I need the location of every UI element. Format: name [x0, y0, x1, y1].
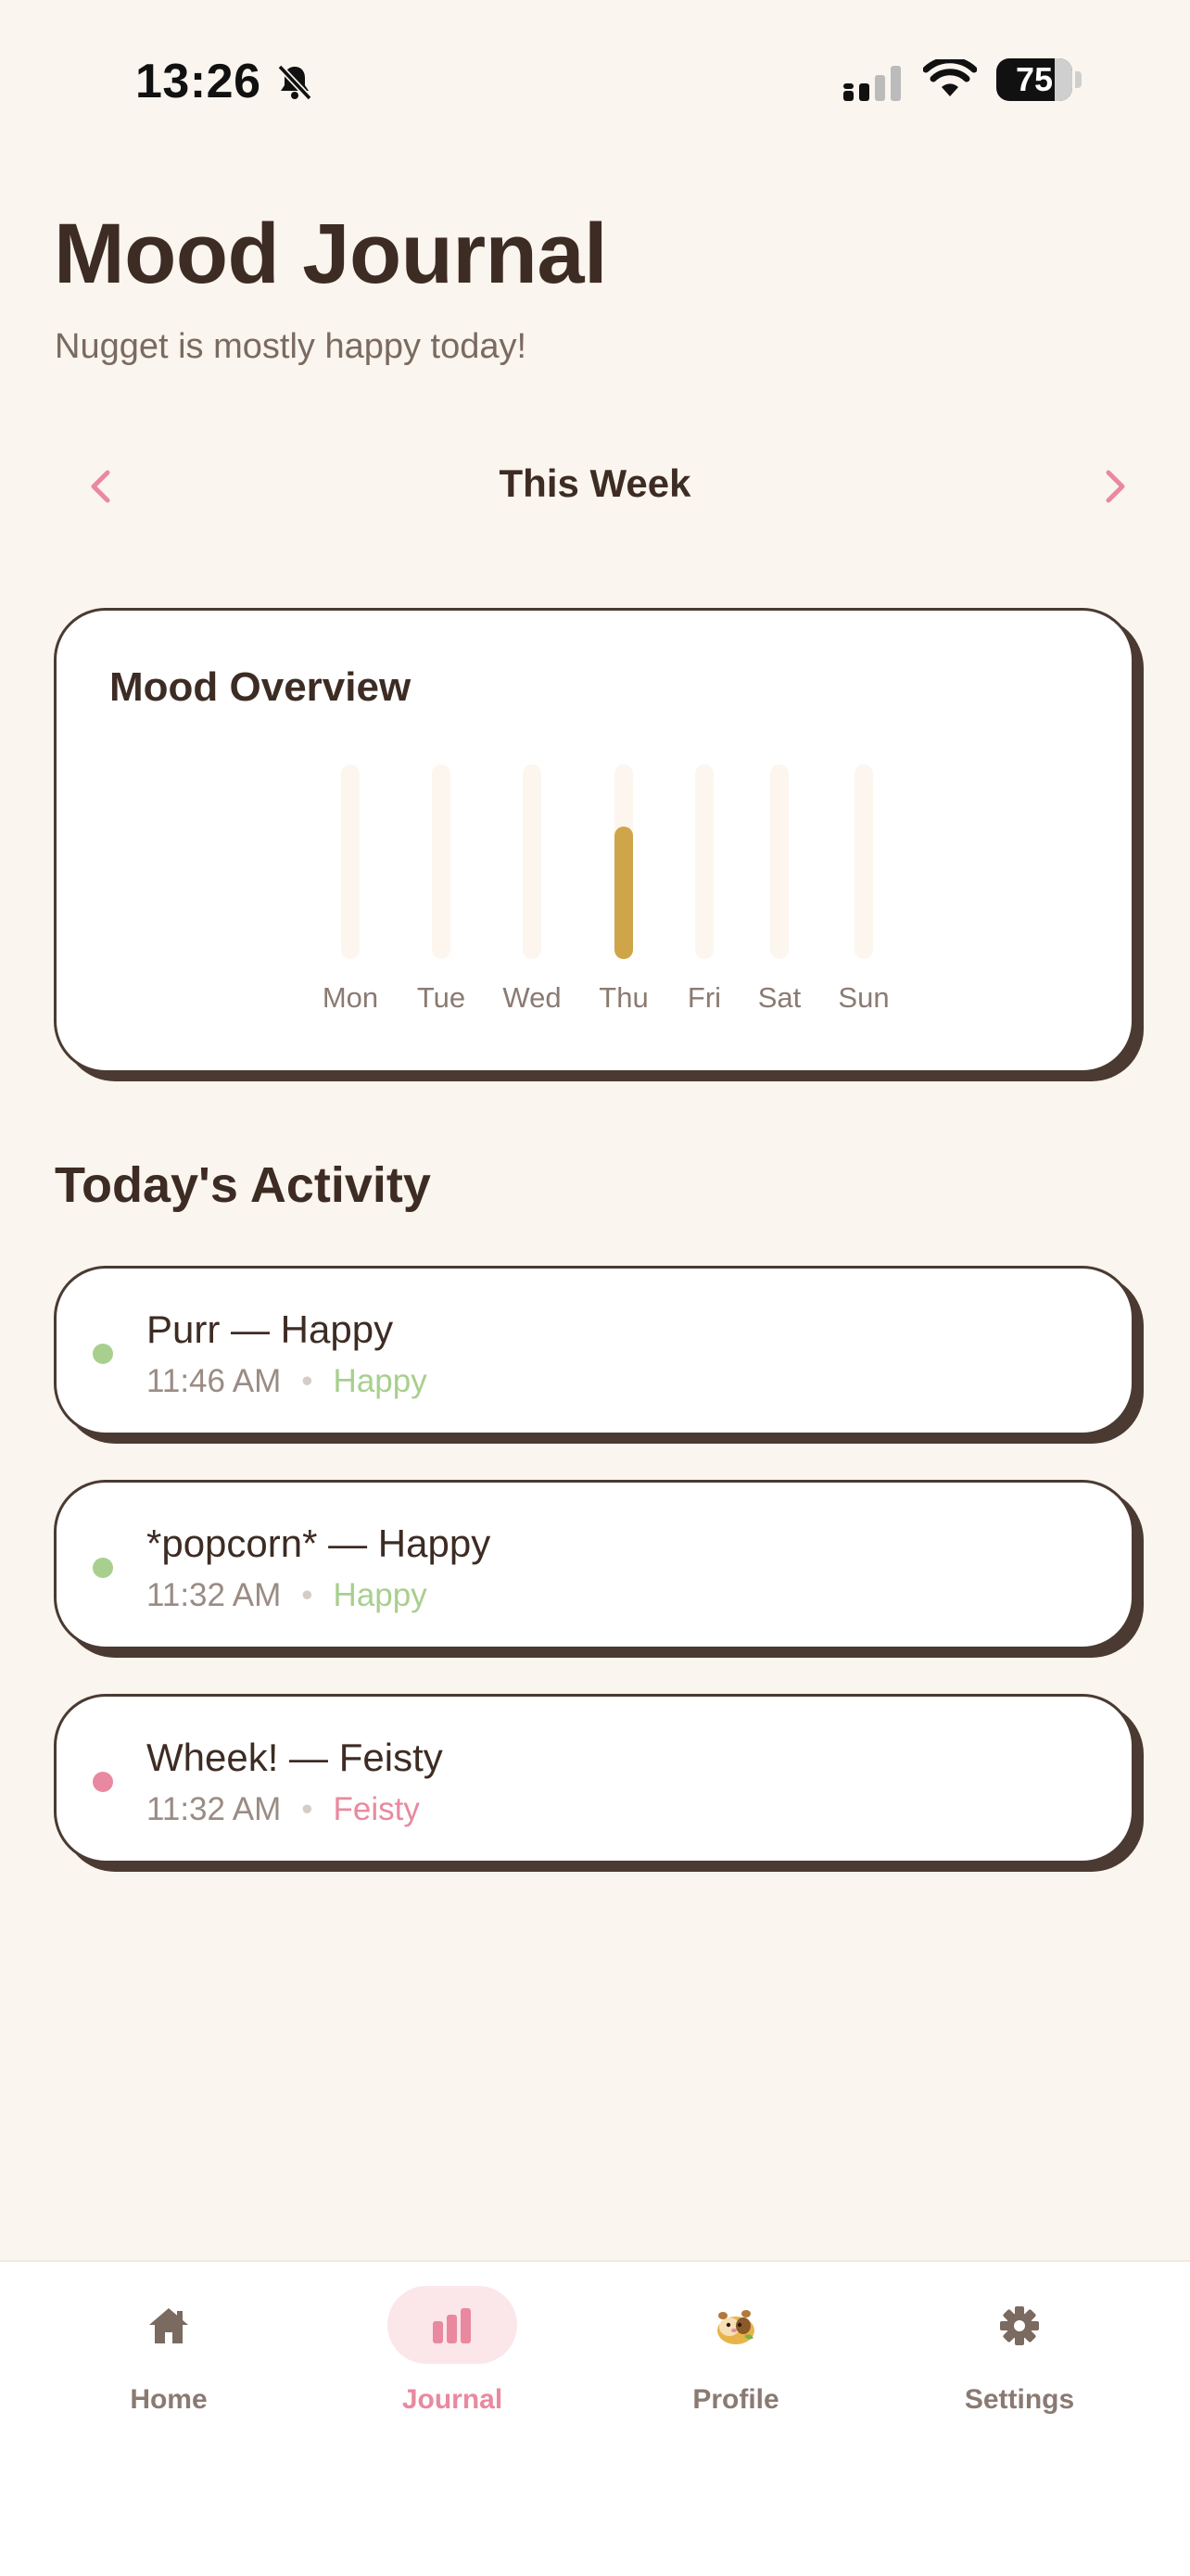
activity-title: *popcorn* — Happy — [146, 1522, 491, 1565]
activity-mood: Happy — [333, 1363, 427, 1399]
day-label-wed: Wed — [502, 981, 562, 1014]
page-subtitle: Nugget is mostly happy today! — [55, 327, 527, 366]
tab-journal[interactable]: Journal — [360, 2286, 545, 2434]
activity-title: Wheek! — Feisty — [146, 1736, 443, 1779]
separator-dot: • — [301, 1791, 313, 1827]
activity-meta: 11:46 AM • Happy — [146, 1363, 427, 1400]
mood-dot — [93, 1558, 113, 1578]
status-time: 13:26 — [135, 55, 261, 108]
activity-time: 11:32 AM — [146, 1577, 282, 1613]
tab-settings[interactable]: Settings — [927, 2286, 1112, 2434]
tab-label: Settings — [964, 2384, 1075, 2415]
mood-bar-track-fri — [695, 764, 714, 959]
battery-level: 75 — [1015, 60, 1054, 98]
activity-card[interactable]: *popcorn* — Happy 11:32 AM • Happy — [54, 1480, 1134, 1649]
wifi-icon — [923, 59, 977, 96]
mood-bar-track-sat — [770, 764, 789, 959]
status-bar: 13:26 75 — [0, 0, 1190, 162]
battery-indicator: 75 — [996, 58, 1072, 101]
mood-bar-track-mon — [341, 764, 360, 959]
activity-meta: 11:32 AM • Feisty — [146, 1791, 420, 1828]
tab-label: Profile — [692, 2384, 779, 2415]
separator-dot: • — [301, 1577, 313, 1613]
activity-time: 11:32 AM — [146, 1791, 282, 1827]
home-icon — [149, 2308, 188, 2343]
day-label-fri: Fri — [687, 981, 722, 1014]
tab-label: Journal — [401, 2384, 503, 2415]
activity-card[interactable]: Wheek! — Feisty 11:32 AM • Feisty — [54, 1694, 1134, 1863]
mood-overview-card: Mood Overview Mon Tue Wed Thu Fri Sat Sun — [54, 608, 1134, 1073]
mood-bar-thu — [614, 827, 633, 959]
mood-dot — [93, 1344, 113, 1364]
activity-mood: Happy — [333, 1577, 427, 1613]
mood-bar-track-tue — [432, 764, 450, 959]
activity-time: 11:46 AM — [146, 1363, 282, 1399]
activity-section-title: Today's Activity — [55, 1157, 431, 1213]
bell-muted-icon — [277, 64, 312, 101]
cellular-signal-icon — [843, 66, 901, 101]
tab-profile[interactable]: Profile — [643, 2286, 829, 2434]
week-navigator: This Week — [54, 454, 1136, 519]
mood-chart: Mon Tue Wed Thu Fri Sat Sun — [57, 611, 1132, 1070]
separator-dot: • — [301, 1363, 313, 1399]
chevron-right-icon[interactable] — [1092, 463, 1138, 510]
mood-dot — [93, 1772, 113, 1792]
activity-card[interactable]: Purr — Happy 11:46 AM • Happy — [54, 1266, 1134, 1435]
mood-bar-track-thu — [614, 764, 633, 959]
mood-bar-track-wed — [523, 764, 541, 959]
day-label-thu: Thu — [599, 981, 649, 1014]
day-label-mon: Mon — [322, 981, 379, 1014]
mood-bar-track-sun — [855, 764, 873, 959]
day-label-tue: Tue — [416, 981, 466, 1014]
week-label: This Week — [499, 461, 691, 505]
day-label-sat: Sat — [757, 981, 802, 1014]
battery-nub — [1075, 71, 1082, 88]
guinea-pig-icon — [717, 2310, 754, 2344]
activity-mood: Feisty — [333, 1791, 420, 1827]
active-tab-pill — [387, 2286, 517, 2364]
tab-label: Home — [130, 2384, 208, 2415]
tab-bar: Home Journal Profile Settings — [0, 2260, 1190, 2576]
activity-title: Purr — Happy — [146, 1307, 394, 1351]
gear-icon — [1000, 2306, 1039, 2345]
activity-meta: 11:32 AM • Happy — [146, 1577, 427, 1614]
tab-home[interactable]: Home — [76, 2286, 261, 2434]
page-title: Mood Journal — [54, 207, 608, 301]
bar-chart-icon — [433, 2308, 471, 2343]
day-label-sun: Sun — [838, 981, 890, 1014]
